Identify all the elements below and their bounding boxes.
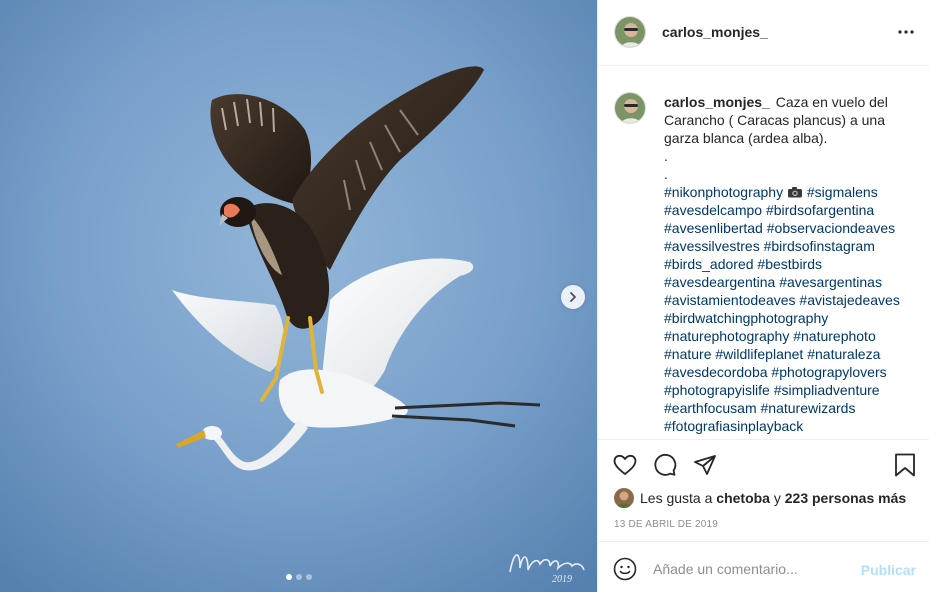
publish-button[interactable]: Publicar bbox=[861, 562, 916, 578]
avatar[interactable] bbox=[614, 92, 646, 124]
hashtag-link[interactable]: #avesargentinas bbox=[779, 274, 882, 290]
hashtag-link[interactable]: #avesdecordoba bbox=[664, 364, 768, 380]
post-date[interactable]: 13 de abril de 2019 bbox=[614, 519, 718, 530]
more-options-button[interactable] bbox=[896, 22, 916, 42]
slide-dot bbox=[285, 574, 292, 580]
hashtag-link[interactable]: #avesdelcampo bbox=[664, 202, 762, 218]
save-button[interactable] bbox=[892, 452, 918, 478]
hashtag-list: #nikonphotography #sigmalens #avesdelcam… bbox=[664, 184, 900, 434]
avatar[interactable] bbox=[614, 16, 646, 48]
heart-icon bbox=[613, 454, 637, 475]
hashtag-link[interactable]: #naturewizards bbox=[761, 400, 856, 416]
hashtag-link[interactable]: #avesenlibertad bbox=[664, 220, 763, 236]
hashtag-link[interactable]: #birdwatchingphotography bbox=[664, 310, 828, 326]
chevron-right-icon bbox=[570, 292, 576, 302]
comment-input[interactable] bbox=[653, 556, 853, 582]
like-button[interactable] bbox=[612, 452, 638, 478]
more-horizontal-icon bbox=[898, 30, 914, 34]
hashtag-link[interactable]: #naturephotography bbox=[664, 328, 789, 344]
hashtag-link[interactable]: #avessilvestres bbox=[664, 238, 760, 254]
hashtag-link[interactable]: #observaciondeaves bbox=[767, 220, 895, 236]
slide-indicator bbox=[0, 574, 597, 580]
likes-joiner: y bbox=[773, 490, 781, 506]
caption-dot: . bbox=[664, 148, 668, 164]
instagram-post: 2019 carlos_monjes_ carlos_monjes_ Caza … bbox=[0, 0, 929, 592]
bookmark-icon bbox=[895, 453, 915, 477]
hashtag-link[interactable]: #naturephoto bbox=[793, 328, 876, 344]
hashtag-link[interactable]: #birdsofinstagram bbox=[764, 238, 875, 254]
hashtag-link[interactable]: #fotografiasinplayback bbox=[664, 418, 803, 434]
action-bar bbox=[598, 446, 929, 486]
smiley-icon bbox=[613, 557, 637, 581]
liker-username[interactable]: chetoba bbox=[716, 490, 770, 506]
share-button[interactable] bbox=[692, 452, 718, 478]
slide-dot bbox=[305, 574, 312, 580]
hashtag-link[interactable]: #avistamientodeaves bbox=[664, 292, 796, 308]
post-side-panel: carlos_monjes_ carlos_monjes_ Caza en vu… bbox=[597, 0, 929, 592]
hashtag-link[interactable]: #naturaleza bbox=[807, 346, 880, 362]
bird-photo-illustration bbox=[0, 0, 597, 592]
hashtag-link[interactable]: #earthfocusam bbox=[664, 400, 757, 416]
comment-button[interactable] bbox=[652, 452, 678, 478]
hashtag-link[interactable]: #photograpyislife bbox=[664, 382, 770, 398]
hashtag-link[interactable]: #birds_adored bbox=[664, 256, 754, 272]
comment-icon bbox=[654, 454, 677, 476]
hashtag-link[interactable]: #avesdeargentina bbox=[664, 274, 775, 290]
hashtag-link[interactable]: #birdsofargentina bbox=[766, 202, 874, 218]
post-photo[interactable]: 2019 bbox=[0, 0, 597, 592]
hashtag-link[interactable]: #wildlifeplanet bbox=[715, 346, 803, 362]
next-slide-button[interactable] bbox=[561, 285, 585, 309]
hashtag-link[interactable]: #simpliadventure bbox=[774, 382, 880, 398]
likes-summary: Les gusta a chetoba y 223 personas más bbox=[614, 487, 906, 509]
likes-prefix: Les gusta a bbox=[640, 490, 713, 506]
likes-count-link[interactable]: 223 personas más bbox=[785, 490, 906, 506]
caption-username[interactable]: carlos_monjes_ bbox=[664, 94, 770, 110]
header-username[interactable]: carlos_monjes_ bbox=[662, 24, 768, 40]
hashtag-link[interactable]: #nature bbox=[664, 346, 711, 362]
hashtag-link[interactable]: #bestbirds bbox=[757, 256, 822, 272]
hashtag-link[interactable]: #photograpylovers bbox=[771, 364, 886, 380]
camera-emoji-icon bbox=[788, 187, 802, 198]
slide-dot bbox=[295, 574, 302, 580]
hashtag-link[interactable]: #nikonphotography bbox=[664, 184, 783, 200]
paper-plane-icon bbox=[694, 455, 716, 475]
caption-text: carlos_monjes_ Caza en vuelo del Caranch… bbox=[664, 93, 918, 435]
emoji-button[interactable] bbox=[613, 557, 637, 581]
post-header: carlos_monjes_ bbox=[598, 0, 929, 66]
caption-section: carlos_monjes_ Caza en vuelo del Caranch… bbox=[598, 66, 929, 440]
hashtag-link[interactable]: #avistajedeaves bbox=[799, 292, 899, 308]
avatar[interactable] bbox=[614, 488, 634, 508]
caption-dot: . bbox=[664, 166, 668, 182]
comment-composer: Publicar bbox=[598, 541, 929, 592]
hashtag-link[interactable]: #sigmalens bbox=[807, 184, 878, 200]
